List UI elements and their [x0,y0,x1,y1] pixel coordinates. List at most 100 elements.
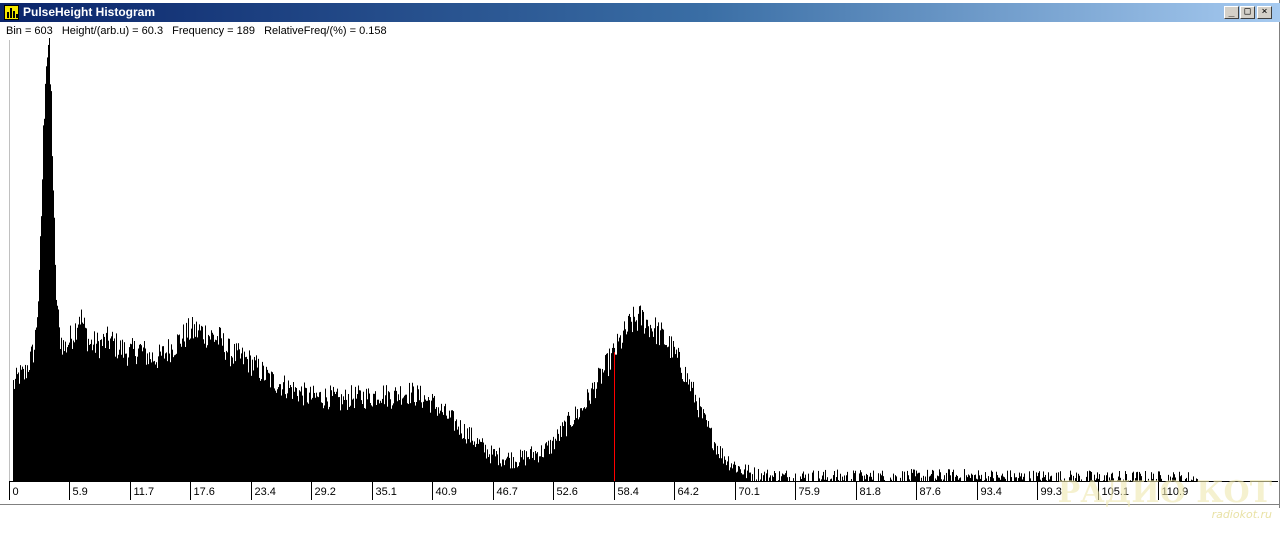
histogram-bar [772,475,773,481]
histogram-bar [37,317,38,481]
histogram-bar [337,388,338,481]
histogram-bar [970,477,971,481]
histogram-bar [205,325,206,481]
histogram-bar [1005,478,1006,481]
histogram-bar [224,352,225,481]
histogram-bar [396,390,397,481]
histogram-bar [242,347,243,481]
histogram-bar [288,380,289,481]
histogram-bar [964,469,965,481]
histogram-bar [532,457,533,481]
histogram-bar [561,436,562,481]
histogram-bar [598,367,599,481]
histogram-plot[interactable]: 0 5.9 11.7 17.6 23.4 29.2 35.1 40.9 46.7 52.6 58.4… [0,0,1280,508]
histogram-bar [931,473,932,481]
histogram-bar [153,361,154,481]
histogram-bar [384,404,385,481]
histogram-bar [1023,476,1024,481]
histogram-bar [60,348,61,481]
histogram-bar [389,392,390,481]
histogram-bar [590,403,591,481]
histogram-bar [238,343,239,481]
histogram-bar [326,397,327,481]
histogram-bar [334,391,335,481]
histogram-bar [1016,477,1017,481]
histogram-bar [351,385,352,481]
histogram-bar [981,474,982,481]
histogram-bar [778,480,779,481]
histogram-bar [159,344,160,481]
histogram-bar [693,381,694,481]
histogram-bar [493,449,494,481]
histogram-bar [414,402,415,481]
histogram-bar [746,478,747,481]
histogram-bar [802,473,803,481]
histogram-bar [128,357,129,481]
histogram-bar [140,343,141,481]
histogram-bar [534,460,535,481]
histogram-bar [925,476,926,481]
histogram-bar [428,397,429,481]
histogram-bar [977,479,978,481]
histogram-bar [328,409,329,481]
x-tick-label: 17.6 [194,486,215,498]
histogram-bar [40,236,41,481]
histogram-bar [65,341,66,481]
histogram-bar [339,397,340,481]
histogram-bar [624,321,625,481]
histogram-bar [929,476,930,481]
histogram-bar [646,319,647,481]
histogram-bar [880,473,881,481]
histogram-bar [819,478,820,481]
histogram-bar [463,438,464,481]
histogram-bar [427,400,428,481]
histogram-bar [488,457,489,481]
histogram-bar [485,444,486,481]
histogram-bar [381,402,382,481]
histogram-bar [775,473,776,481]
histogram-bar [479,439,480,481]
histogram-bar [70,325,71,481]
histogram-bar [55,264,56,481]
histogram-bar [57,305,58,481]
histogram-bar [432,393,433,481]
histogram-bar [415,405,416,481]
histogram-bar [354,408,355,481]
histogram-bar [787,477,788,481]
histogram-bar [774,471,775,481]
histogram-bar [992,471,993,481]
histogram-bar [523,459,524,481]
histogram-bar [18,372,19,481]
histogram-bar [676,349,677,481]
histogram-bar [219,327,220,481]
histogram-bar [49,38,50,482]
histogram-bar [671,336,672,481]
histogram-bar [33,362,34,481]
histogram-bar [971,473,972,481]
histogram-bar [400,386,401,481]
histogram-bar [956,474,957,481]
histogram-bar [728,456,729,481]
histogram-bar [50,84,51,481]
histogram-bar [881,475,882,481]
histogram-bar [638,313,639,481]
histogram-bar [988,476,989,481]
histogram-bar [574,419,575,481]
histogram-bar [155,364,156,481]
histogram-bar [352,399,353,481]
histogram-bar [221,338,222,481]
histogram-bar [721,458,722,481]
histogram-bar [424,395,425,481]
histogram-bar [270,387,271,481]
histogram-bar [738,465,739,481]
histogram-bar [1040,479,1041,481]
histogram-bar [915,476,916,481]
histogram-bar [732,468,733,481]
histogram-bar [232,357,233,481]
histogram-bar [1046,480,1047,481]
histogram-bar [494,449,495,481]
histogram-bar [87,351,88,481]
histogram-bar [631,321,632,481]
histogram-bar [514,468,515,481]
histogram-bar [345,389,346,481]
